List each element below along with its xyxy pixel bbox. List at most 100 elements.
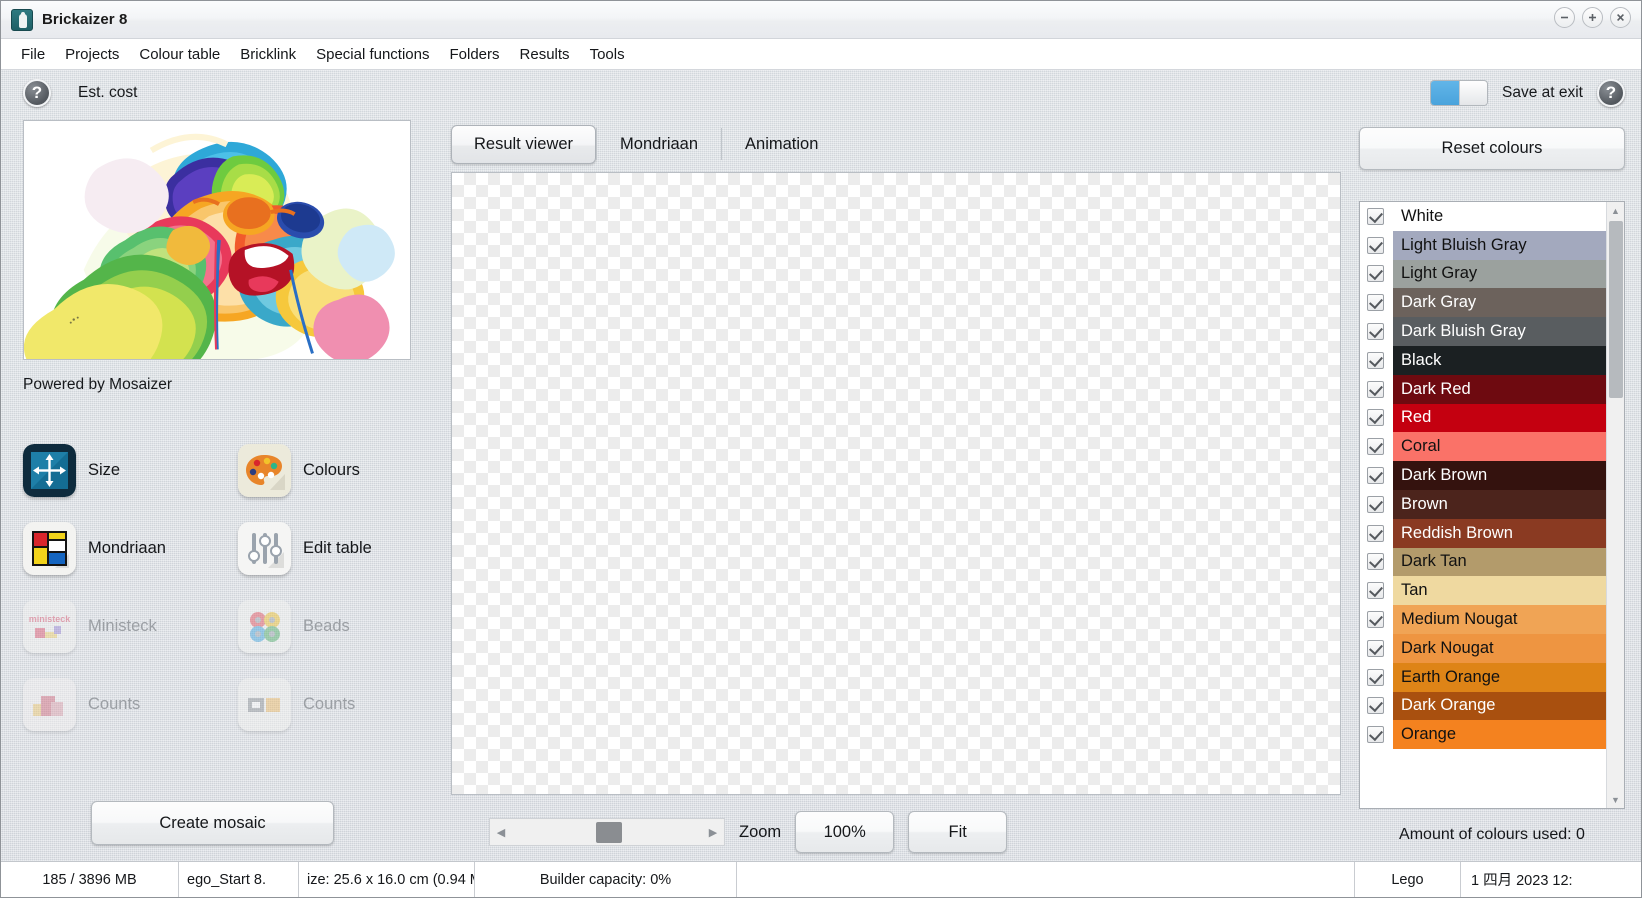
colour-checkbox[interactable] <box>1367 582 1384 600</box>
colour-checkbox[interactable] <box>1367 294 1384 312</box>
zoom-slider[interactable]: ◀ ▶ <box>489 818 725 846</box>
colour-row[interactable]: Medium Nougat <box>1360 605 1606 634</box>
colour-row[interactable]: Dark Gray <box>1360 288 1606 318</box>
tool-mondriaan[interactable]: Mondriaan <box>23 522 238 575</box>
colour-row[interactable]: Dark Bluish Gray <box>1360 317 1606 346</box>
colour-swatch[interactable]: Dark Red <box>1393 374 1606 404</box>
colour-swatch[interactable]: Dark Bluish Gray <box>1393 317 1606 346</box>
colour-row[interactable]: Black <box>1360 345 1606 375</box>
colour-row[interactable]: Light Gray <box>1360 259 1606 289</box>
colour-swatch[interactable]: Coral <box>1393 432 1606 462</box>
colour-swatch[interactable]: Brown <box>1393 489 1606 519</box>
colour-swatch[interactable]: Dark Brown <box>1393 461 1606 490</box>
help-icon-secondary[interactable]: ? <box>1597 79 1625 107</box>
menu-item-tools[interactable]: Tools <box>580 43 635 66</box>
close-icon[interactable] <box>1610 7 1631 28</box>
menu-item-folders[interactable]: Folders <box>440 43 510 66</box>
tool-edit-table[interactable]: Edit table <box>238 522 433 575</box>
menu-item-file[interactable]: File <box>11 43 55 66</box>
tool-size[interactable]: Size <box>23 444 238 497</box>
colour-checkbox[interactable] <box>1367 639 1384 657</box>
tool-counts-right[interactable]: Counts <box>238 678 433 731</box>
colour-row[interactable]: Tan <box>1360 576 1606 606</box>
colour-row[interactable]: Earth Orange <box>1360 662 1606 692</box>
fit-button[interactable]: Fit <box>908 811 1008 853</box>
source-image-preview[interactable] <box>23 120 411 360</box>
colour-swatch[interactable]: Medium Nougat <box>1393 605 1606 634</box>
colour-swatch[interactable]: Reddish Brown <box>1393 518 1606 548</box>
colour-swatch[interactable]: Light Bluish Gray <box>1393 230 1606 260</box>
tab-result-viewer[interactable]: Result viewer <box>451 124 597 164</box>
colour-row[interactable]: Brown <box>1360 489 1606 519</box>
zoom-slider-thumb[interactable] <box>596 822 622 843</box>
tool-colours[interactable]: Colours <box>238 444 433 497</box>
colour-row[interactable]: Dark Orange <box>1360 691 1606 721</box>
colour-row[interactable]: Dark Brown <box>1360 461 1606 490</box>
colour-row[interactable]: Orange <box>1360 720 1606 750</box>
colour-row[interactable]: Red <box>1360 403 1606 433</box>
menu-item-colour-table[interactable]: Colour table <box>129 43 230 66</box>
colour-swatch[interactable]: Dark Tan <box>1393 547 1606 577</box>
save-at-exit-toggle[interactable] <box>1430 80 1488 106</box>
scroll-down-icon[interactable]: ▼ <box>1607 791 1624 808</box>
tool-ministeck[interactable]: ministeck Ministeck <box>23 600 238 653</box>
help-icon[interactable]: ? <box>23 79 51 107</box>
est-cost-label[interactable]: Est. cost <box>78 84 137 102</box>
colour-row[interactable]: Coral <box>1360 432 1606 462</box>
colour-row[interactable]: Dark Nougat <box>1360 633 1606 663</box>
colour-list[interactable]: White Light Bluish Gray Light Gray Dark Gra… <box>1360 202 1606 808</box>
tool-counts-left[interactable]: Counts <box>23 678 238 731</box>
colour-swatch[interactable]: White <box>1393 202 1606 231</box>
zoom-value-button[interactable]: 100% <box>795 811 895 853</box>
colour-row[interactable]: Light Bluish Gray <box>1360 230 1606 260</box>
colour-checkbox[interactable] <box>1367 236 1384 254</box>
minimize-icon[interactable] <box>1554 7 1575 28</box>
colour-checkbox[interactable] <box>1367 553 1384 571</box>
colour-checkbox[interactable] <box>1367 380 1384 398</box>
scroll-left-icon[interactable]: ◀ <box>490 819 512 845</box>
colour-swatch[interactable]: Dark Gray <box>1393 288 1606 318</box>
colour-list-scrollbar[interactable]: ▲ ▼ <box>1606 202 1624 808</box>
scrollbar-thumb[interactable] <box>1609 221 1623 398</box>
colour-checkbox[interactable] <box>1367 495 1384 513</box>
menu-item-bricklink[interactable]: Bricklink <box>230 43 306 66</box>
colour-swatch[interactable]: Dark Nougat <box>1393 633 1606 663</box>
scroll-up-icon[interactable]: ▲ <box>1607 202 1624 219</box>
colour-swatch[interactable]: Red <box>1393 403 1606 433</box>
colour-checkbox[interactable] <box>1367 409 1384 427</box>
tab-mondriaan[interactable]: Mondriaan <box>597 125 721 164</box>
menu-item-results[interactable]: Results <box>510 43 580 66</box>
colour-swatch[interactable]: Earth Orange <box>1393 662 1606 692</box>
colour-swatch[interactable]: Orange <box>1393 720 1606 750</box>
colour-swatch[interactable]: Tan <box>1393 576 1606 606</box>
colour-checkbox[interactable] <box>1367 351 1384 369</box>
colour-swatch[interactable]: Black <box>1393 345 1606 375</box>
colour-checkbox[interactable] <box>1367 668 1384 686</box>
colour-checkbox[interactable] <box>1367 323 1384 341</box>
tool-colours-label: Colours <box>303 461 360 479</box>
reset-colours-button[interactable]: Reset colours <box>1359 127 1625 170</box>
colour-row[interactable]: White <box>1360 202 1606 231</box>
menu-item-special-functions[interactable]: Special functions <box>306 43 439 66</box>
colour-swatch[interactable]: Light Gray <box>1393 259 1606 289</box>
maximize-icon[interactable] <box>1582 7 1603 28</box>
colour-checkbox[interactable] <box>1367 697 1384 715</box>
colour-checkbox[interactable] <box>1367 207 1384 225</box>
result-canvas[interactable] <box>451 172 1341 795</box>
colour-row[interactable]: Reddish Brown <box>1360 518 1606 548</box>
colour-row[interactable]: Dark Red <box>1360 374 1606 404</box>
menu-item-projects[interactable]: Projects <box>55 43 129 66</box>
colour-swatch[interactable]: Dark Orange <box>1393 691 1606 721</box>
colour-checkbox[interactable] <box>1367 726 1384 744</box>
colour-checkbox[interactable] <box>1367 438 1384 456</box>
colour-checkbox[interactable] <box>1367 611 1384 629</box>
tool-beads[interactable]: Beads <box>238 600 433 653</box>
colour-checkbox[interactable] <box>1367 524 1384 542</box>
colour-row[interactable]: Dark Tan <box>1360 547 1606 577</box>
scroll-right-icon[interactable]: ▶ <box>702 819 724 845</box>
colour-checkbox[interactable] <box>1367 265 1384 283</box>
zoom-slider-track[interactable] <box>512 819 702 845</box>
tab-animation[interactable]: Animation <box>722 125 841 164</box>
colour-checkbox[interactable] <box>1367 467 1384 485</box>
create-mosaic-button[interactable]: Create mosaic <box>91 801 334 845</box>
